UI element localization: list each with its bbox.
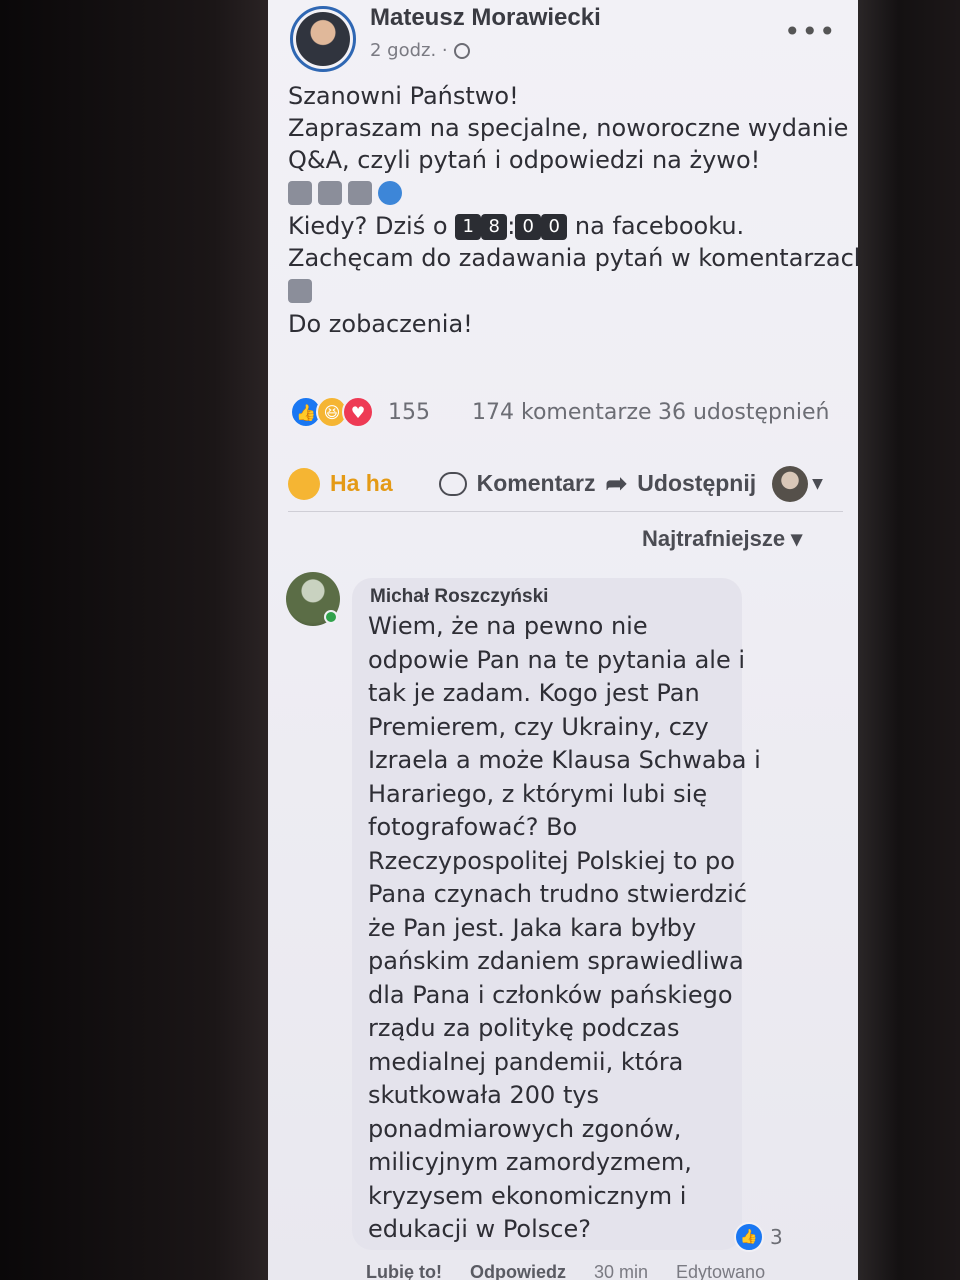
comment-line: pańskim zdaniem sprawiedliwa — [368, 947, 744, 975]
comment-age[interactable]: 30 min — [594, 1262, 648, 1280]
comment-actions: Lubię to! Odpowiedz 30 min Edytowano — [366, 1262, 765, 1280]
post-line: Zapraszam na specjalne, noworoczne wydan… — [288, 114, 849, 142]
calendar-emoji-icon — [288, 181, 312, 205]
comment-line: fotografować? Bo — [368, 813, 578, 841]
reaction-label: Ha ha — [330, 470, 393, 496]
reactions-summary[interactable]: 👍 😆 ♥ 155 — [290, 396, 430, 428]
share-arrow-icon: ➦ — [605, 468, 628, 498]
comment-line: Rzeczypospolitej Polskiej to po — [368, 846, 735, 875]
microphone-emoji-icon — [348, 181, 372, 205]
haha-icon — [288, 467, 320, 500]
comment-line: że Pan jest. Jaka kara byłby — [368, 913, 697, 942]
comment-line: milicyjnym zamordyzmem, — [368, 1148, 692, 1176]
post-as-avatar[interactable] — [772, 465, 809, 502]
comments-count[interactable]: 174 komentarze — [472, 400, 652, 425]
emoji-row — [288, 274, 843, 308]
like-reaction-icon: 👍 — [734, 1222, 764, 1252]
share-label: Udostępnij — [637, 470, 757, 496]
time-digit: 8 — [481, 214, 508, 240]
post-line: Q&A, czyli pytań i odpowiedzi na żywo! — [288, 146, 761, 174]
post-meta: 2 godz. · — [370, 40, 470, 61]
post-body: Szanowni Państwo! Zapraszam na specjalne… — [288, 80, 858, 340]
comment-line: edukacji w Polsce? — [368, 1215, 591, 1243]
post-author-name[interactable]: Mateusz Morawiecki — [370, 4, 601, 32]
love-reaction-icon: ♥ — [342, 396, 374, 428]
comment-line: Harariego, z którymi lubi się — [368, 779, 708, 808]
comment-line: medialnej pandemii, która — [368, 1047, 684, 1076]
down-arrow-emoji-icon — [288, 279, 312, 303]
comment-bubble-icon — [438, 471, 467, 496]
online-status-dot — [324, 610, 338, 624]
share-button[interactable]: ➦ Udostępnij — [606, 468, 757, 499]
comment-line: Premierem, czy Ukrainy, czy — [368, 712, 709, 741]
monitor-bezel-right — [858, 0, 960, 1280]
more-options-icon[interactable]: ••• — [784, 18, 837, 46]
comment-label: Komentarz — [476, 470, 596, 496]
comment-line: Izraela a może Klausa Schwaba i — [368, 746, 761, 774]
globe-icon — [453, 42, 470, 59]
comment-line: Wiem, że na pewno nie — [368, 612, 648, 640]
emoji-row — [288, 176, 843, 210]
comment-line: skutkowała 200 tys — [368, 1081, 600, 1109]
comment-line: Pana czynach trudno stwierdzić — [368, 880, 747, 908]
shares-count[interactable]: 36 udostępnień — [658, 400, 829, 425]
comment-author-name[interactable]: Michał Roszczyński — [370, 586, 548, 608]
time-digit: 0 — [541, 214, 568, 240]
globe-emoji-icon — [378, 181, 402, 205]
post-time[interactable]: 2 godz. · — [370, 40, 448, 61]
comment-line: rządu za politykę podczas — [368, 1014, 680, 1042]
post-action-bar: Ha ha Komentarz ➦ Udostępnij ▼ — [288, 456, 843, 512]
author-avatar[interactable] — [290, 6, 356, 72]
comment-button[interactable]: Komentarz — [438, 470, 596, 497]
time-digit: 0 — [515, 214, 542, 240]
comment-line: ponadmiarowych zgonów, — [368, 1114, 682, 1143]
comment-edited-label[interactable]: Edytowano — [676, 1262, 765, 1280]
post-line: Szanowni Państwo! — [288, 82, 519, 110]
comment-like-button[interactable]: Lubię to! — [366, 1262, 442, 1280]
when-suffix: na facebooku. — [574, 212, 745, 240]
reaction-button[interactable]: Ha ha — [288, 467, 393, 500]
comment-reactions[interactable]: 👍 3 — [734, 1222, 783, 1252]
comment-sort-dropdown[interactable]: Najtrafniejsze ▾ — [642, 526, 802, 552]
facebook-post-screen: Mateusz Morawiecki 2 godz. · ••• Szanown… — [268, 0, 858, 1280]
chevron-down-icon[interactable]: ▼ — [812, 476, 823, 492]
comment-line: kryzysem ekonomicznym i — [368, 1181, 687, 1210]
post-line: Do zobaczenia! — [288, 310, 473, 338]
comment-line: odpowie Pan na te pytania ale i — [368, 645, 746, 674]
time-separator: : — [507, 212, 516, 240]
comment-line: tak je zadam. Kogo jest Pan — [368, 679, 700, 707]
monitor-bezel-left — [0, 0, 268, 1280]
author-photo — [296, 12, 350, 66]
comment-body: Wiem, że na pewno nie odpowie Pan na te … — [368, 610, 761, 1247]
reactions-count[interactable]: 155 — [388, 400, 430, 425]
post-line: Zachęcam do zadawania pytań w komentarza… — [288, 244, 858, 272]
time-digit: 1 — [455, 214, 482, 240]
when-prefix: Kiedy? Dziś o — [288, 212, 448, 240]
comment-line: dla Pana i członków pańskiego — [368, 980, 733, 1009]
comment-reply-button[interactable]: Odpowiedz — [470, 1262, 566, 1280]
satellite-emoji-icon — [318, 181, 342, 205]
post-when-line: Kiedy? Dziś o 18:00 na facebooku. — [288, 210, 843, 242]
comment-like-count: 3 — [770, 1225, 783, 1249]
